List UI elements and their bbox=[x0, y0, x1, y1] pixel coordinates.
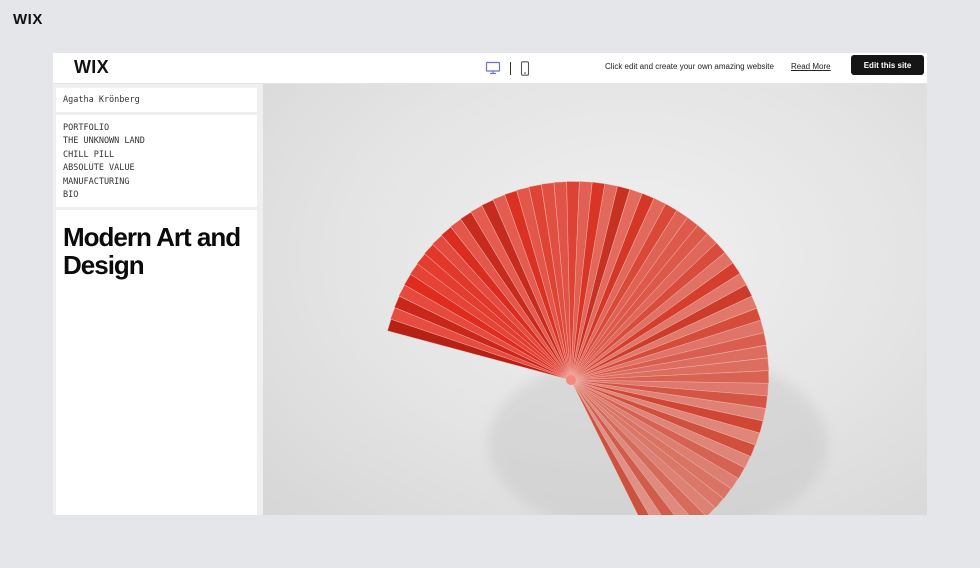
mobile-icon[interactable] bbox=[520, 60, 530, 76]
editor-topbar: WIX Click edit and create your own amazi… bbox=[53, 53, 927, 84]
read-more-link[interactable]: Read More bbox=[791, 62, 831, 71]
site-navigation: PORTFOLIO THE UNKNOWN LAND CHILL PILL AB… bbox=[56, 115, 257, 207]
owner-name[interactable]: Agatha Krönberg bbox=[63, 95, 140, 105]
outer-wix-logo: WIX bbox=[13, 11, 43, 28]
headline-block: Modern Art and Design bbox=[56, 210, 257, 515]
fan-hub bbox=[566, 375, 576, 385]
device-divider bbox=[510, 61, 511, 75]
wix-logo[interactable]: WIX bbox=[74, 57, 109, 78]
owner-name-block: Agatha Krönberg bbox=[56, 88, 257, 112]
nav-list: PORTFOLIO THE UNKNOWN LAND CHILL PILL AB… bbox=[63, 122, 145, 202]
nav-item-the-unknown-land[interactable]: THE UNKNOWN LAND bbox=[63, 135, 145, 148]
red-paper-fan-artwork bbox=[387, 181, 828, 515]
nav-item-portfolio[interactable]: PORTFOLIO bbox=[63, 122, 145, 135]
device-switcher bbox=[485, 58, 530, 78]
nav-item-absolute-value[interactable]: ABSOLUTE VALUE bbox=[63, 162, 145, 175]
page-headline: Modern Art and Design bbox=[63, 222, 241, 280]
site-sidebar: Agatha Krönberg PORTFOLIO THE UNKNOWN LA… bbox=[53, 84, 263, 515]
desktop-icon[interactable] bbox=[485, 61, 501, 75]
nav-item-chill-pill[interactable]: CHILL PILL bbox=[63, 149, 145, 162]
promo-text: Click edit and create your own amazing w… bbox=[605, 62, 774, 71]
edit-this-site-button[interactable]: Edit this site bbox=[851, 55, 924, 75]
site-preview-frame: WIX Click edit and create your own amazi… bbox=[53, 53, 927, 515]
nav-item-manufacturing[interactable]: MANUFACTURING bbox=[63, 176, 145, 189]
hero-image bbox=[263, 84, 927, 515]
nav-item-bio[interactable]: BIO bbox=[63, 189, 145, 202]
